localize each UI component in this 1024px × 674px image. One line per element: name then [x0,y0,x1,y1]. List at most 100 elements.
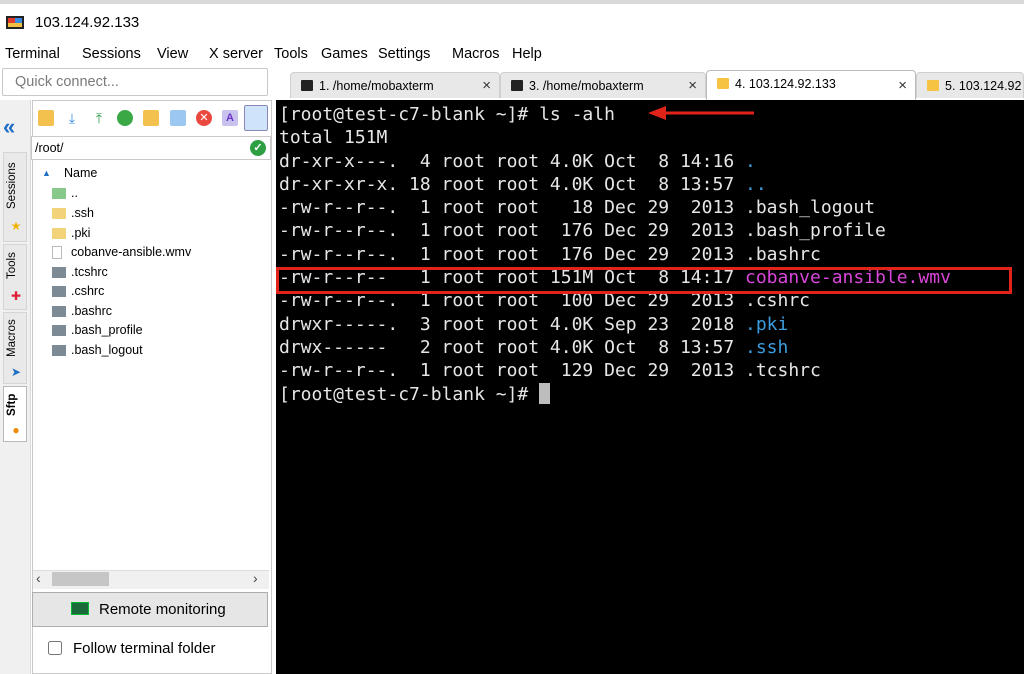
sftp-path-input[interactable] [35,138,235,158]
menu-macros[interactable]: Macros [452,46,500,62]
terminal-output: [root@test-c7-blank ~]# ls -alh total 15… [279,103,951,406]
parent-directory-icon [52,188,66,199]
listing-name: .tcshrc [745,360,821,382]
star-icon: ★ [10,219,22,233]
remote-monitoring-label: Remote monitoring [99,601,226,618]
follow-terminal-folder-label: Follow terminal folder [73,640,216,657]
tab-session-3[interactable]: 3. /home/mobaxterm × [500,72,706,98]
permissions-icon[interactable] [244,105,268,131]
tab-label: 5. 103.124.92 [945,79,1022,93]
close-icon[interactable]: × [482,77,491,94]
close-icon[interactable]: × [688,77,697,94]
terminal-icon [511,80,523,91]
side-tab-label: Sftp [6,393,18,417]
refresh-icon[interactable] [117,110,133,126]
new-file-icon[interactable] [170,110,186,126]
menu-terminal[interactable]: Terminal [5,46,60,62]
listing-row: drwx------ 2 root root 4.0K Oct 8 13:57 … [279,336,789,358]
red-arrow-annotation [648,106,754,120]
tab-session-1[interactable]: 1. /home/mobaxterm × [290,72,500,98]
folder-icon [52,228,66,239]
listing-row: -rw-r--r--. 1 root root 18 Dec 29 2013 .… [279,197,876,219]
mobaxterm-app-icon [6,16,24,29]
file-name: .ssh [71,206,94,220]
listing-row: -rw-r--r--. 1 root root 176 Dec 29 2013 … [279,220,886,242]
tab-session-4[interactable]: 4. 103.124.92.133 × [706,70,916,100]
tab-label: 3. /home/mobaxterm [529,79,644,93]
listing-row: dr-xr-x---. 4 root root 4.0K Oct 8 14:16… [279,150,756,172]
wrench-icon: ✚ [10,289,22,303]
quick-connect-box[interactable] [2,68,268,96]
listing-name: .ssh [745,336,789,358]
close-icon[interactable]: × [898,77,907,94]
title-bar [0,4,1024,40]
menu-x-server[interactable]: X server [209,46,263,62]
terminal-command-line: [root@test-c7-blank ~]# ls -alh [279,104,615,125]
new-folder-icon[interactable] [143,110,159,126]
side-tab-macros[interactable]: Macros ➤ [3,312,27,384]
upload-icon[interactable]: ⤒ [91,110,107,126]
menu-sessions[interactable]: Sessions [82,46,141,62]
remote-monitoring-button[interactable]: Remote monitoring [32,592,268,627]
parent-folder-icon[interactable] [38,110,54,126]
chevron-right-icon[interactable]: › [253,570,258,586]
scrollbar-thumb[interactable] [52,572,109,586]
listing-row: drwxr-----. 3 root root 4.0K Sep 23 2018… [279,313,789,335]
listing-name: .bashrc [745,243,821,265]
side-tab-label: Macros [6,319,18,357]
file-name: .bash_logout [71,343,143,357]
file-icon [52,286,66,297]
listing-name: . [745,150,756,172]
rename-icon[interactable]: A [222,110,238,126]
delete-icon[interactable]: ✕ [196,110,212,126]
side-tab-sftp[interactable]: Sftp ● [3,386,27,442]
menu-games[interactable]: Games [321,46,368,62]
terminal-cursor [539,382,551,404]
highlight-box-annotation [276,267,1012,294]
menu-tools[interactable]: Tools [274,46,308,62]
listing-row: -rw-r--r--. 1 root root 176 Dec 29 2013 … [279,243,821,265]
side-tab-label: Sessions [6,162,18,210]
tab-label: 1. /home/mobaxterm [319,79,434,93]
window-title: 103.124.92.133 [35,14,140,31]
side-tab-tools[interactable]: Tools ✚ [3,244,27,310]
menu-settings[interactable]: Settings [378,46,430,62]
ssh-key-icon [717,78,729,89]
listing-name: .bash_profile [745,220,886,242]
tab-session-5[interactable]: 5. 103.124.92 [916,72,1024,98]
checkmark-icon[interactable]: ✓ [250,140,266,156]
file-name: .bashrc [71,304,112,318]
ssh-key-icon [927,80,939,91]
download-icon[interactable]: ⤓ [64,110,80,126]
side-tab-sessions[interactable]: Sessions ★ [3,152,27,242]
file-icon [52,325,66,336]
file-name: .pki [71,226,91,240]
file-icon [52,345,66,356]
terminal-icon [301,80,313,91]
listing-row: dr-xr-xr-x. 18 root root 4.0K Oct 8 13:5… [279,173,767,195]
side-tab-label: Tools [6,252,18,280]
file-name: .tcshrc [71,265,108,279]
paper-plane-icon: ➤ [10,365,22,379]
chevron-left-icon[interactable]: ‹ [36,570,41,586]
listing-name: .pki [745,313,789,335]
terminal-view[interactable]: [root@test-c7-blank ~]# ls -alh total 15… [276,100,1024,674]
listing-name: .. [745,173,767,195]
sftp-globe-icon: ● [12,423,20,437]
sort-ascending-icon: ▲ [42,168,51,178]
terminal-prompt: [root@test-c7-blank ~]# [279,383,540,405]
menu-view[interactable]: View [157,46,188,62]
quick-connect-input[interactable] [15,70,255,94]
tab-label: 4. 103.124.92.133 [735,77,836,91]
column-header-name[interactable]: Name [64,166,97,180]
collapse-panel-icon[interactable]: « [3,114,15,140]
file-name: .. [71,186,78,200]
sftp-path-bar[interactable]: ✓ [31,136,271,160]
file-name: .bash_profile [71,323,143,337]
terminal-total-line: total 151M [279,127,388,149]
menu-bar: Terminal Sessions View X server Tools Ga… [0,44,1024,66]
monitor-icon [71,602,89,615]
follow-terminal-folder-checkbox[interactable] [48,641,62,655]
file-icon [52,267,66,278]
menu-help[interactable]: Help [512,46,542,62]
